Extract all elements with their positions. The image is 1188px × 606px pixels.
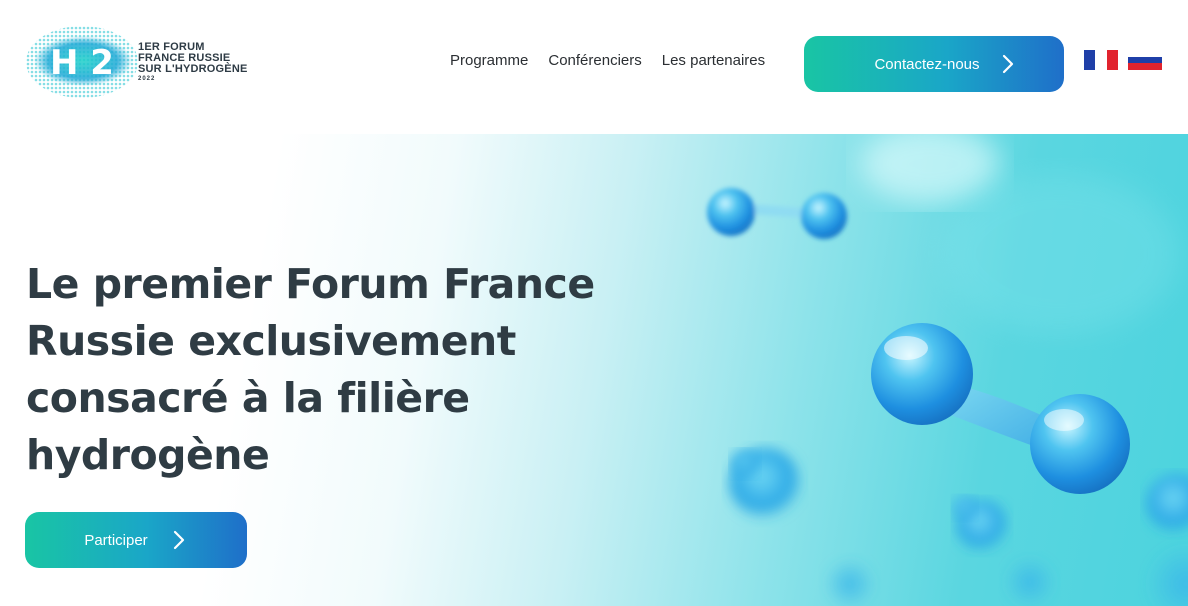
chevron-right-icon: [1002, 54, 1014, 74]
flag-ru-icon[interactable]: [1128, 50, 1162, 71]
flag-fr-icon[interactable]: [1084, 50, 1118, 70]
logo-mark-text: H 2: [50, 43, 114, 83]
main-nav: Programme Conférenciers Les partenaires: [450, 52, 765, 69]
small-molecule: [707, 188, 847, 239]
main-molecule: [871, 323, 1130, 494]
participate-button[interactable]: Participer: [25, 512, 247, 568]
hero-title: Le premier Forum France Russie exclusive…: [26, 260, 595, 479]
page: H 2 1ER FORUM FRANCE RUSSIE SUR L'HYDROG…: [0, 0, 1188, 606]
participate-button-label: Participer: [84, 531, 148, 549]
contact-button-label: Contactez-nous: [874, 55, 980, 73]
chevron-right-icon: [173, 530, 185, 550]
logo-line-3: SUR L'HYDROGÈNE: [138, 63, 248, 75]
nav-item-programme[interactable]: Programme: [450, 52, 528, 69]
nav-item-partenaires[interactable]: Les partenaires: [662, 52, 765, 69]
logo-year: 2022: [138, 76, 156, 82]
h2-logo-icon: H 2: [26, 26, 138, 98]
site-logo[interactable]: H 2 1ER FORUM FRANCE RUSSIE SUR L'HYDROG…: [26, 22, 266, 102]
contact-button[interactable]: Contactez-nous: [804, 36, 1064, 92]
site-header: H 2 1ER FORUM FRANCE RUSSIE SUR L'HYDROG…: [0, 0, 1188, 124]
hero-section: Le premier Forum France Russie exclusive…: [0, 134, 1188, 606]
nav-item-conferenciers[interactable]: Conférenciers: [548, 52, 641, 69]
logo-wordmark: 1ER FORUM FRANCE RUSSIE SUR L'HYDROGÈNE …: [138, 42, 248, 83]
